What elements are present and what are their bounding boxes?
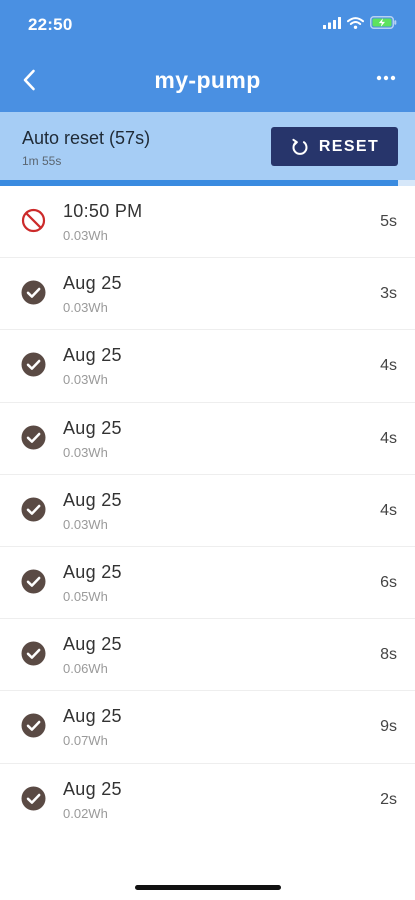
reset-icon xyxy=(292,138,308,155)
event-title: Aug 25 xyxy=(63,489,122,510)
event-duration: 5s xyxy=(380,213,397,230)
event-energy: 0.02Wh xyxy=(63,805,108,821)
list-item[interactable]: Aug 25 0.03Wh 4s xyxy=(0,475,415,547)
event-title: Aug 25 xyxy=(63,634,122,655)
list-item[interactable]: Aug 25 0.05Wh 6s xyxy=(0,547,415,620)
list-item[interactable]: Aug 25 0.03Wh 3s xyxy=(0,258,415,331)
check-circle-icon xyxy=(21,352,46,377)
event-energy: 0.03Wh xyxy=(63,372,108,388)
event-energy: 0.05Wh xyxy=(63,588,108,604)
event-duration: 2s xyxy=(380,790,397,808)
signal-icon xyxy=(323,16,341,34)
check-circle-icon xyxy=(21,425,46,450)
event-title: Aug 25 xyxy=(63,561,122,582)
check-circle-icon xyxy=(21,569,46,594)
nav-bar: my-pump xyxy=(0,50,415,112)
event-title: Aug 25 xyxy=(63,417,122,438)
event-title: 10:50 PM xyxy=(63,201,143,221)
status-icons xyxy=(323,16,397,34)
auto-reset-title: Auto reset (57s) xyxy=(22,128,151,148)
check-circle-icon xyxy=(21,786,46,811)
wifi-icon xyxy=(347,16,364,34)
event-energy: 0.03Wh xyxy=(63,300,108,316)
event-energy: 0.03Wh xyxy=(63,444,108,460)
reset-button-label: RESET xyxy=(318,137,380,155)
blocked-icon xyxy=(21,208,46,233)
event-duration: 4s xyxy=(380,501,397,519)
event-duration: 6s xyxy=(380,573,397,591)
auto-reset-panel: Auto reset (57s) 1m 55s RESET xyxy=(0,112,415,186)
check-circle-icon xyxy=(21,497,46,522)
auto-reset-elapsed: 1m 55s xyxy=(22,154,62,168)
home-indicator[interactable] xyxy=(135,885,281,890)
status-time: 22:50 xyxy=(28,15,73,34)
event-energy: 0.03Wh xyxy=(63,228,108,243)
event-duration: 8s xyxy=(380,646,397,664)
list-item[interactable]: Aug 25 0.03Wh 4s xyxy=(0,403,415,475)
more-dots-icon xyxy=(376,75,396,81)
status-bar: 22:50 xyxy=(0,0,415,50)
event-title: Aug 25 xyxy=(63,778,122,799)
battery-charging-icon xyxy=(370,16,397,34)
list-item[interactable]: Aug 25 0.07Wh 9s xyxy=(0,691,415,764)
event-duration: 4s xyxy=(380,429,397,447)
list-item[interactable]: Aug 25 0.02Wh 2s xyxy=(0,764,415,836)
event-energy: 0.03Wh xyxy=(63,516,108,532)
list-item[interactable]: Aug 25 0.03Wh 4s xyxy=(0,330,415,403)
event-duration: 3s xyxy=(380,285,397,303)
page-title: my-pump xyxy=(154,67,261,93)
event-list: 10:50 PM 0.03Wh 5s Aug 25 0.03Wh 3s Aug … xyxy=(0,186,415,836)
check-circle-icon xyxy=(21,641,46,666)
event-duration: 4s xyxy=(380,357,397,375)
reset-button[interactable]: RESET xyxy=(271,127,398,166)
more-options-button[interactable] xyxy=(371,66,401,90)
event-energy: 0.06Wh xyxy=(63,661,108,677)
check-circle-icon xyxy=(21,280,46,305)
event-title: Aug 25 xyxy=(63,345,122,366)
list-item[interactable]: 10:50 PM 0.03Wh 5s xyxy=(0,186,415,259)
list-item[interactable]: Aug 25 0.06Wh 8s xyxy=(0,619,415,692)
event-title: Aug 25 xyxy=(63,706,122,727)
event-duration: 9s xyxy=(380,718,397,736)
check-circle-icon xyxy=(21,713,46,738)
event-title: Aug 25 xyxy=(63,273,122,294)
event-energy: 0.07Wh xyxy=(63,733,108,749)
